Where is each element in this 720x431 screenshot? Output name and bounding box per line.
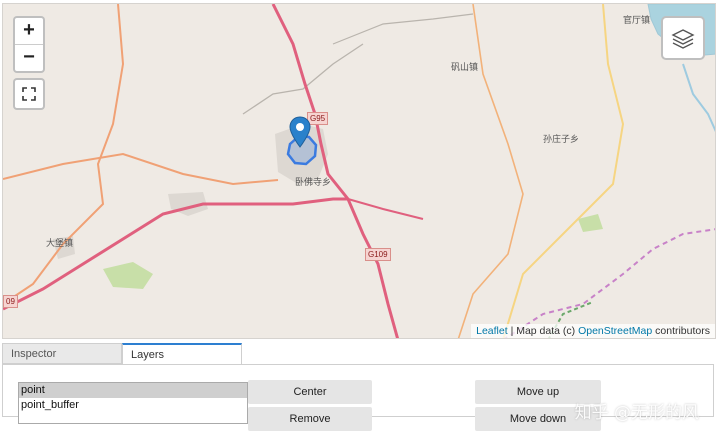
openstreetmap-link[interactable]: OpenStreetMap [578, 325, 652, 337]
leaflet-link[interactable]: Leaflet [476, 325, 508, 337]
center-button[interactable]: Center [248, 380, 372, 404]
road-shield-g109: G109 [365, 248, 391, 261]
layers-stack-icon [671, 29, 695, 49]
label-sunzhuangzixiang: 孙庄子乡 [543, 135, 580, 145]
map-view[interactable]: 官厅镇 矾山镇 孙庄子乡 卧佛寺乡 大堡镇 G95 G109 09 + − Le… [2, 3, 716, 339]
layers-tab-content: point point_buffer Center Remove Move up… [2, 364, 714, 431]
road-shield-g109-left: 09 [3, 295, 18, 308]
tab-layers[interactable]: Layers [122, 343, 242, 364]
layer-list-item-point[interactable]: point [19, 383, 247, 398]
layer-list-item-point-buffer[interactable]: point_buffer [19, 398, 247, 413]
label-fanshanzhen: 矾山镇 [451, 63, 479, 73]
zoom-in-button[interactable]: + [15, 18, 43, 44]
zoom-control: + − [13, 16, 45, 73]
fullscreen-button[interactable] [13, 78, 45, 110]
label-dabaozhen: 大堡镇 [46, 239, 74, 249]
panel-tabs: Inspector Layers [2, 343, 242, 365]
location-marker-icon[interactable] [289, 116, 311, 153]
map-attribution: Leaflet | Map data (c) OpenStreetMap con… [471, 324, 715, 338]
remove-button[interactable]: Remove [248, 407, 372, 431]
layers-control-button[interactable] [661, 16, 705, 60]
layer-list[interactable]: point point_buffer [18, 382, 248, 424]
attribution-separator: | Map data (c) [507, 325, 579, 337]
attribution-contributors: contributors [652, 325, 710, 337]
zoom-out-button[interactable]: − [15, 44, 43, 71]
label-guantingzhen: 官厅镇 [623, 16, 651, 26]
watermark: 知乎 @无形的风 [574, 403, 699, 423]
bottom-panel: Inspector Layers point point_buffer Cent… [2, 343, 716, 431]
tab-inspector[interactable]: Inspector [2, 343, 122, 364]
label-wofosixiang: 卧佛寺乡 [295, 178, 332, 188]
fullscreen-icon [22, 87, 36, 101]
map-tiles [3, 4, 715, 338]
